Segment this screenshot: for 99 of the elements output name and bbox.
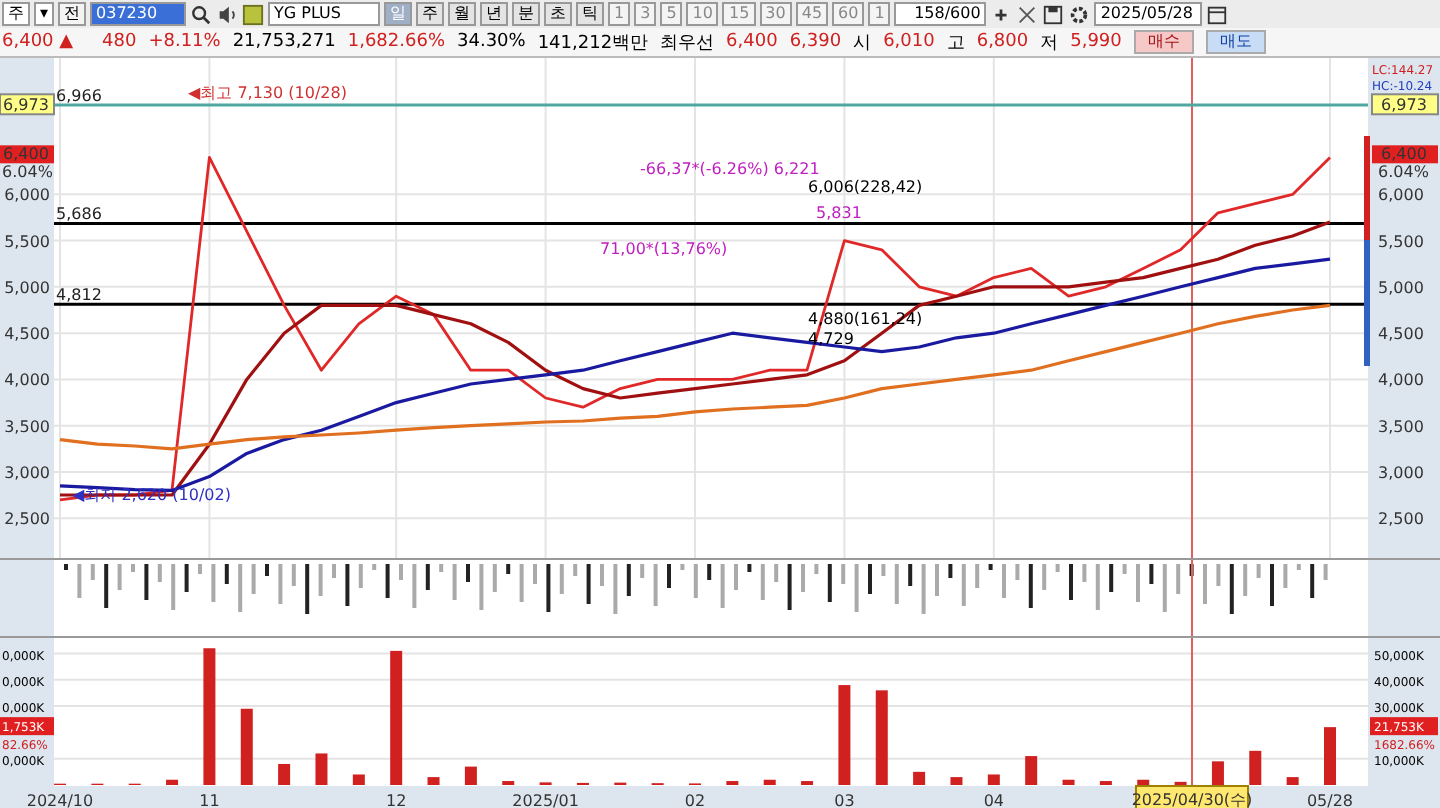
axis-label: 2,500 [4, 510, 50, 529]
volume-bar [1211, 761, 1224, 785]
volume-bar [240, 708, 253, 785]
turnover-text: 34.30% [457, 32, 526, 52]
period-tab[interactable]: 년 [480, 2, 509, 26]
axis-label: 2,500 [1378, 510, 1424, 529]
open-text: 6,010 [883, 32, 935, 52]
code-field[interactable]: 037230 [90, 2, 187, 26]
volume-bar [390, 650, 403, 785]
axis-label: 5,000 [4, 278, 50, 297]
chart-annotation: 71,00*(13,76%) [600, 240, 728, 258]
all-button[interactable]: 전 [58, 2, 87, 26]
volume-bar [278, 763, 291, 785]
save-icon[interactable] [1042, 3, 1065, 25]
chart-annotation: 5,831 [816, 204, 862, 222]
volume-bar [950, 777, 963, 785]
axis-label: 3,500 [4, 417, 50, 436]
date-label: 04 [983, 792, 1004, 808]
change-text: 480 [102, 32, 137, 52]
price-tag: 6,973 [0, 93, 55, 116]
best-label: 최우선 [660, 31, 715, 55]
bid-text: 6,390 [789, 32, 842, 52]
chart-annotation: -66,37*(-6.26%) 6,221 [640, 160, 820, 178]
volume-bar [913, 771, 926, 785]
sell-button[interactable]: 매도 [1205, 30, 1266, 54]
axis-label: 3,500 [1378, 417, 1424, 436]
calendar-icon[interactable] [1206, 3, 1229, 25]
axis-label: 5,000 [1378, 278, 1424, 297]
volume-bar [1249, 750, 1262, 785]
volume-bar [352, 774, 365, 785]
chart-annotation: 6,006(228,42) [808, 178, 923, 196]
volume-bar [1137, 779, 1150, 785]
search-icon[interactable] [190, 3, 213, 25]
ask-text: 6,400 [726, 32, 778, 52]
volume-bar [203, 648, 216, 785]
period-tab[interactable]: 초 [544, 2, 573, 26]
chart-annotation: ◀최저 2,620 (10/02) [72, 486, 231, 504]
axis-label: 3,000 [4, 463, 50, 482]
axis-label: 4,000 [4, 371, 50, 390]
stock-name-field[interactable]: YG PLUS [268, 2, 381, 26]
buy-button[interactable]: 매수 [1133, 30, 1194, 54]
line-label: 5,686 [56, 205, 102, 224]
market-select[interactable]: 주 [2, 2, 30, 26]
volume-bar [166, 779, 179, 785]
rate-label: 6.04% [1378, 163, 1429, 182]
rate-text: +8.11% [148, 32, 221, 52]
settings-icon[interactable] [1068, 3, 1091, 25]
price-text: 6,400 ▲ [2, 32, 76, 52]
axis-label: 4,500 [4, 325, 50, 344]
volume-bar [464, 766, 477, 785]
high-label: 고 [946, 31, 965, 55]
volume-rate-text: 1,682.66% [347, 32, 445, 52]
volume-text: 21,753,271 [232, 32, 336, 52]
volume-bar [987, 774, 1000, 785]
price-tag: 6,400 [0, 145, 54, 164]
date-label: 12 [386, 792, 407, 808]
chart-annotation: ◀최고 7,130 (10/28) [188, 84, 347, 102]
axis-label: 4,500 [1378, 325, 1424, 344]
volume-bar [1324, 727, 1336, 785]
date-label: 2024/10 [26, 792, 94, 808]
volume-bar [427, 777, 440, 785]
date-label: 2025/01 [512, 792, 579, 808]
period-tab[interactable]: 틱 [576, 2, 605, 26]
volume-bar [315, 753, 328, 785]
date-label: 03 [834, 792, 855, 808]
volume-bar [1025, 756, 1038, 785]
open-label: 시 [853, 31, 872, 55]
date-label: 11 [199, 792, 220, 808]
price-tag: 6,400 [1372, 145, 1438, 164]
volume-bar [1062, 779, 1075, 785]
date-field[interactable]: 2025/05/28 [1094, 2, 1203, 26]
period-tab[interactable]: 주 [416, 2, 445, 26]
volume-bar [763, 779, 776, 785]
low-label: 저 [1040, 31, 1059, 55]
date-label: 05/28 [1306, 792, 1354, 808]
line-label: 4,812 [56, 286, 102, 305]
speaker-icon[interactable] [216, 3, 239, 25]
volume-bar [1286, 777, 1299, 785]
high-text: 6,800 [976, 32, 1029, 52]
volume-bar [838, 685, 851, 785]
period-tab[interactable]: 분 [512, 2, 541, 26]
dropdown-button[interactable]: ▾ [34, 2, 55, 26]
axis-label: 5,500 [1378, 232, 1424, 251]
price-tag: 6,973 [1371, 93, 1439, 116]
low-text: 5,990 [1070, 32, 1122, 52]
axis-label: 3,000 [1378, 463, 1424, 482]
axis-label: 6,000 [1378, 186, 1424, 205]
amount-text: 141,212백만 [537, 31, 649, 55]
axis-label: 5,500 [4, 232, 50, 251]
period-tab[interactable]: 월 [448, 2, 477, 26]
axis-label: 4,000 [1378, 371, 1424, 390]
count-field[interactable]: 158/600 [894, 2, 987, 26]
date-label: 02 [684, 792, 706, 808]
line-label: 6,966 [56, 86, 102, 105]
rate-label: 6.04% [2, 163, 53, 182]
volume-bar [875, 690, 888, 785]
square-icon[interactable] [242, 3, 265, 25]
unit-select[interactable]: 1 [868, 2, 891, 26]
axis-label: 6,000 [4, 186, 50, 205]
